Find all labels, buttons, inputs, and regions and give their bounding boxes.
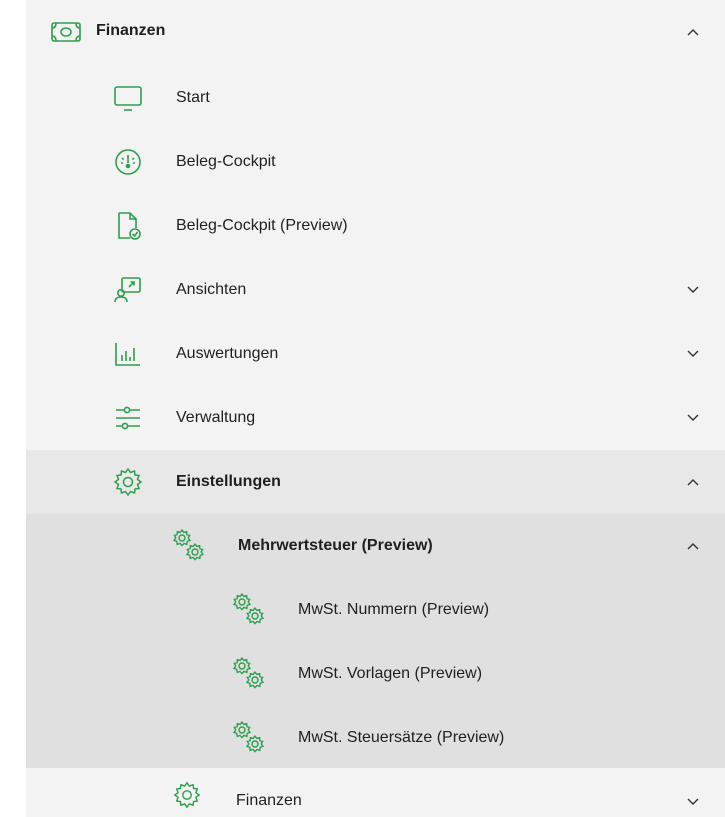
gears-icon bbox=[232, 592, 266, 626]
nav-item-ansichten[interactable]: Ansichten bbox=[26, 258, 725, 322]
gear-icon bbox=[112, 466, 144, 498]
nav-item-mwst-nummern[interactable]: MwSt. Nummern (Preview) bbox=[26, 578, 725, 642]
nav-item-einstellungen[interactable]: Einstellungen bbox=[26, 450, 725, 514]
bar-chart-icon bbox=[112, 338, 144, 370]
nav-item-label: Finanzen bbox=[96, 22, 166, 39]
nav-item-start[interactable]: Start bbox=[26, 66, 725, 130]
nav-item-label: Beleg-Cockpit bbox=[176, 153, 276, 170]
nav-item-label: Ansichten bbox=[176, 281, 247, 298]
gauge-icon bbox=[112, 146, 144, 178]
chevron-up-icon[interactable] bbox=[685, 538, 701, 554]
nav-item-label: MwSt. Nummern (Preview) bbox=[298, 601, 490, 618]
nav-item-beleg-cockpit-preview[interactable]: Beleg-Cockpit (Preview) bbox=[26, 194, 725, 258]
document-check-icon bbox=[112, 210, 144, 242]
nav-item-label: MwSt. Steuersätze (Preview) bbox=[298, 729, 505, 746]
nav-item-beleg-cockpit[interactable]: Beleg-Cockpit bbox=[26, 130, 725, 194]
nav-item-auswertungen[interactable]: Auswertungen bbox=[26, 322, 725, 386]
sliders-icon bbox=[112, 402, 144, 434]
nav-item-label: Beleg-Cockpit (Preview) bbox=[176, 217, 348, 234]
nav-item-verwaltung[interactable]: Verwaltung bbox=[26, 386, 725, 450]
gears-icon bbox=[232, 656, 266, 690]
nav-item-label: Auswertungen bbox=[176, 345, 279, 362]
nav-item-mwst-steuersaetze[interactable]: MwSt. Steuersätze (Preview) bbox=[26, 706, 725, 768]
nav-item-label: Verwaltung bbox=[176, 409, 256, 426]
chevron-down-icon[interactable] bbox=[685, 410, 701, 426]
money-icon bbox=[50, 20, 82, 44]
gear-icon bbox=[172, 780, 202, 810]
chevron-down-icon[interactable] bbox=[685, 346, 701, 362]
chevron-down-icon[interactable] bbox=[685, 282, 701, 298]
nav-item-mehrwertsteuer[interactable]: Mehrwertsteuer (Preview) bbox=[26, 514, 725, 578]
nav-item-label: Mehrwertsteuer (Preview) bbox=[238, 537, 433, 554]
user-view-icon bbox=[112, 274, 144, 306]
chevron-up-icon[interactable] bbox=[685, 474, 701, 490]
nav-item-label: Finanzen bbox=[236, 792, 302, 809]
nav-item-einstellungen-finanzen[interactable]: Finanzen bbox=[26, 768, 725, 817]
gears-icon bbox=[172, 528, 206, 562]
nav-item-label: Start bbox=[176, 89, 210, 106]
nav-item-label: MwSt. Vorlagen (Preview) bbox=[298, 665, 483, 682]
gears-icon bbox=[232, 720, 266, 754]
chevron-up-icon[interactable] bbox=[685, 24, 701, 40]
navigation-menu: Finanzen Start Beleg-Cockpit Beleg-Cockp… bbox=[26, 0, 725, 817]
nav-item-finanzen[interactable]: Finanzen bbox=[26, 6, 725, 58]
monitor-icon bbox=[112, 82, 144, 114]
nav-item-mwst-vorlagen[interactable]: MwSt. Vorlagen (Preview) bbox=[26, 642, 725, 706]
chevron-down-icon[interactable] bbox=[685, 794, 701, 810]
nav-item-label: Einstellungen bbox=[176, 473, 281, 490]
